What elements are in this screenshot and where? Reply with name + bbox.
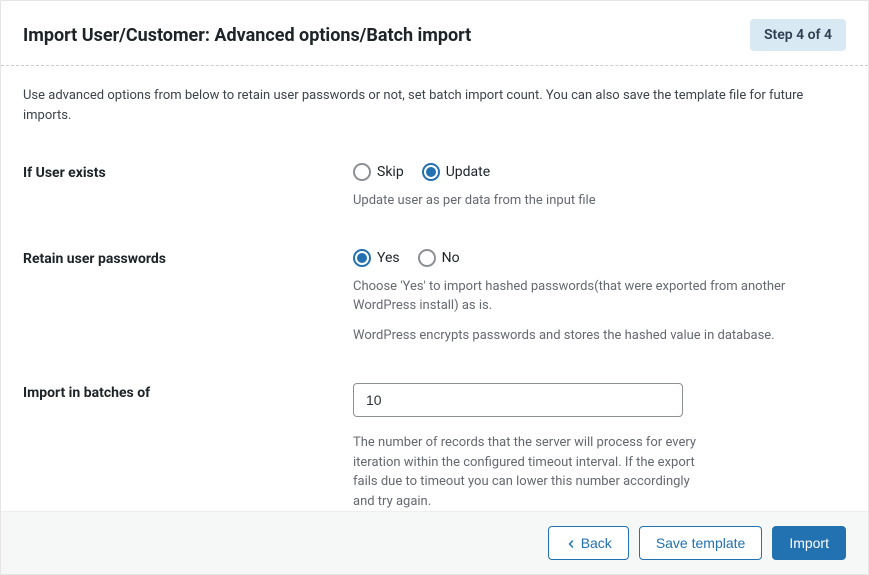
import-button-label: Import <box>789 535 829 551</box>
radio-option-yes[interactable]: Yes <box>353 249 400 267</box>
batch-size-control: The number of records that the server wi… <box>353 383 846 511</box>
user-exists-control: Skip Update Update user as per data from… <box>353 163 846 211</box>
radio-option-skip[interactable]: Skip <box>353 163 404 181</box>
batch-size-input[interactable] <box>353 383 683 417</box>
step-badge: Step 4 of 4 <box>750 19 846 51</box>
save-template-label: Save template <box>656 535 746 551</box>
batch-size-help: The number of records that the server wi… <box>353 433 703 511</box>
intro-text: Use advanced options from below to retai… <box>23 86 846 125</box>
radio-icon <box>418 249 436 267</box>
retain-passwords-radio-group: Yes No <box>353 249 846 267</box>
radio-icon <box>353 163 371 181</box>
panel-content: Use advanced options from below to retai… <box>1 66 868 511</box>
retain-passwords-control: Yes No Choose 'Yes' to import hashed pas… <box>353 249 846 346</box>
radio-option-update[interactable]: Update <box>422 163 490 181</box>
radio-icon <box>422 163 440 181</box>
user-exists-radio-group: Skip Update <box>353 163 846 181</box>
field-user-exists: If User exists Skip Update Update user a… <box>23 163 846 211</box>
user-exists-help: Update user as per data from the input f… <box>353 191 843 211</box>
radio-option-no[interactable]: No <box>418 249 460 267</box>
save-template-button[interactable]: Save template <box>639 526 763 560</box>
field-retain-passwords: Retain user passwords Yes No Choose 'Yes… <box>23 249 846 346</box>
field-batch-size: Import in batches of The number of recor… <box>23 383 846 511</box>
page-title: Import User/Customer: Advanced options/B… <box>23 25 471 46</box>
back-button[interactable]: Back <box>548 526 629 560</box>
radio-label-no: No <box>442 250 460 266</box>
batch-size-label: Import in batches of <box>23 383 353 401</box>
panel-header: Import User/Customer: Advanced options/B… <box>1 1 868 66</box>
radio-label-yes: Yes <box>377 250 400 266</box>
radio-icon <box>353 249 371 267</box>
radio-label-update: Update <box>446 164 490 180</box>
radio-label-skip: Skip <box>377 164 404 180</box>
back-button-label: Back <box>581 535 612 551</box>
panel-footer: Back Save template Import <box>1 511 868 574</box>
import-wizard-panel: Import User/Customer: Advanced options/B… <box>0 0 869 575</box>
user-exists-label: If User exists <box>23 163 353 181</box>
retain-passwords-help-2: WordPress encrypts passwords and stores … <box>353 326 843 346</box>
import-button[interactable]: Import <box>772 526 846 560</box>
retain-passwords-label: Retain user passwords <box>23 249 353 267</box>
chevron-left-icon <box>565 537 577 549</box>
retain-passwords-help-1: Choose 'Yes' to import hashed passwords(… <box>353 277 843 316</box>
